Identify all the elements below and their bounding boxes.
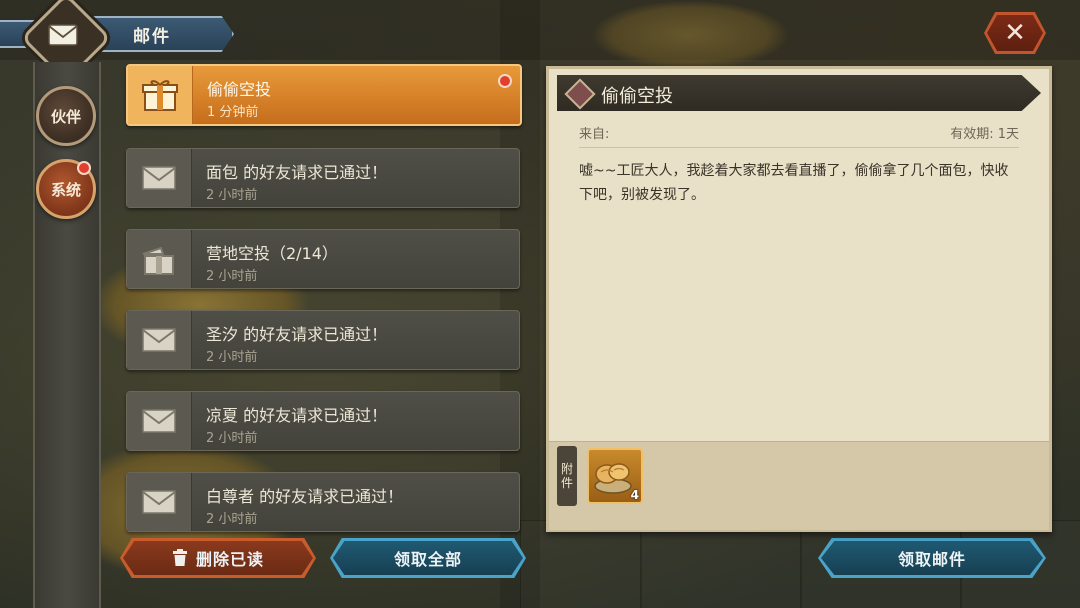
claim-all-button[interactable]: 领取全部 <box>330 538 526 578</box>
delete-read-button[interactable]: 删除已读 <box>120 538 316 578</box>
close-icon: ✕ <box>1004 18 1026 48</box>
tab-partner-label: 伙伴 <box>50 107 81 126</box>
opened-gift-icon <box>127 230 192 288</box>
expiry-label: 有效期: 1天 <box>950 127 1019 142</box>
claim-mail-button[interactable]: 领取邮件 <box>818 538 1046 578</box>
envelope-icon <box>127 149 192 207</box>
claim-all-label: 领取全部 <box>393 550 462 569</box>
mail-title: 白尊者 的好友请求已通过！ <box>206 487 404 506</box>
delete-read-label: 删除已读 <box>195 550 264 569</box>
mail-title: 面包 的好友请求已通过！ <box>206 163 388 182</box>
close-button[interactable]: ✕ <box>984 12 1046 54</box>
mail-item[interactable]: 白尊者 的好友请求已通过！ 2 小时前 <box>126 472 520 532</box>
mail-title: 凉夏 的好友请求已通过！ <box>206 406 388 425</box>
mail-time: 2 小时前 <box>206 269 258 284</box>
trash-icon <box>172 549 187 566</box>
detail-title: 偷偷空投 <box>601 86 673 107</box>
envelope-icon <box>127 311 192 369</box>
mail-item[interactable]: 圣汐 的好友请求已通过！ 2 小时前 <box>126 310 520 370</box>
system-notification-dot <box>77 161 91 175</box>
tab-partner[interactable]: 伙伴 <box>36 86 96 146</box>
mail-time: 2 小时前 <box>206 512 258 527</box>
sender-row: 来自: 有效期: 1天 <box>579 123 1019 148</box>
claim-mail-label: 领取邮件 <box>897 550 966 569</box>
unread-dot <box>498 74 512 88</box>
attachment-label-char-1: 附 <box>560 462 573 476</box>
envelope-icon <box>34 6 92 64</box>
gift-icon <box>128 66 193 124</box>
mail-title: 圣汐 的好友请求已通过！ <box>206 325 388 344</box>
mail-item[interactable]: 凉夏 的好友请求已通过！ 2 小时前 <box>126 391 520 451</box>
mail-title: 偷偷空投 <box>207 80 272 99</box>
tab-system-label: 系统 <box>50 180 81 199</box>
mail-detail-panel: 偷偷空投 来自: 有效期: 1天 嘘~~工匠大人，我趁着大家都去看直播了，偷偷拿… <box>546 66 1052 532</box>
mail-body: 嘘~~工匠大人，我趁着大家都去看直播了，偷偷拿了几个面包，快收下吧，别被发现了。 <box>579 163 1009 203</box>
detail-header: 偷偷空投 <box>557 75 1041 111</box>
mail-item[interactable]: 面包 的好友请求已通过！ 2 小时前 <box>126 148 520 208</box>
envelope-icon <box>127 473 192 531</box>
mail-time: 2 小时前 <box>206 188 258 203</box>
attachment-label-char-2: 件 <box>560 476 573 490</box>
item-count: 4 <box>630 488 639 502</box>
mail-title: 营地空投（2/14） <box>206 244 338 263</box>
attachment-label: 附 件 <box>557 446 577 506</box>
mail-time: 2 小时前 <box>206 431 258 446</box>
attachment-bar: 附 件 4 <box>549 441 1049 530</box>
mail-item[interactable]: 营地空投（2/14） 2 小时前 <box>126 229 520 289</box>
mail-item[interactable]: 偷偷空投 1 分钟前 <box>126 64 522 126</box>
mail-time: 2 小时前 <box>206 350 258 365</box>
diamond-icon <box>564 78 596 110</box>
page-title: 邮件 <box>133 26 171 47</box>
sender-label: 来自: <box>579 127 610 142</box>
mail-time: 1 分钟前 <box>207 105 259 120</box>
envelope-icon <box>127 392 192 450</box>
attachment-item[interactable]: 4 <box>587 448 643 504</box>
